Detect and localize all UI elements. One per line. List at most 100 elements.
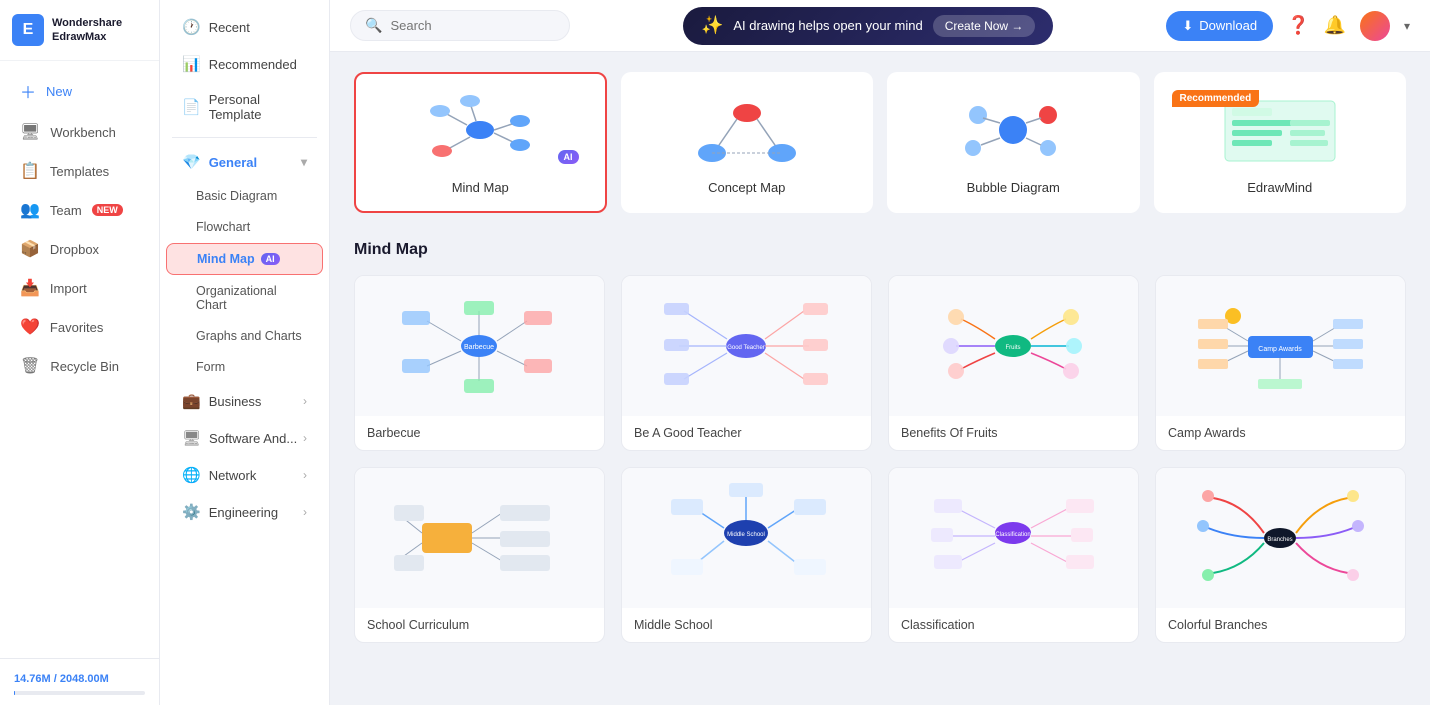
content-area: AI Mind Map Concept Map bbox=[330, 52, 1430, 705]
template-fruits-label: Benefits Of Fruits bbox=[889, 416, 1138, 450]
diagram-type-mind-map[interactable]: AI Mind Map bbox=[354, 72, 607, 213]
sec-nav-software-label: Software And... bbox=[209, 431, 297, 446]
sec-nav-general[interactable]: 💎 General ▾ bbox=[166, 144, 323, 180]
template-8[interactable]: Branches bbox=[1155, 467, 1406, 643]
template-8-preview: Branches bbox=[1156, 468, 1405, 608]
software-chevron: › bbox=[303, 431, 307, 445]
sec-nav-network[interactable]: 🌐 Network › bbox=[166, 457, 323, 493]
svg-text:Middle School: Middle School bbox=[727, 532, 765, 538]
sidebar-item-new[interactable]: ＋ New bbox=[6, 70, 153, 112]
main-content: 🔍 ✨ AI drawing helps open your mind Crea… bbox=[330, 0, 1430, 705]
svg-text:Good Teacher: Good Teacher bbox=[727, 345, 765, 351]
software-icon: 🖥 bbox=[182, 429, 201, 447]
template-barbecue-preview: Barbecue bbox=[355, 276, 604, 416]
download-button[interactable]: ⬇ Download bbox=[1166, 11, 1273, 41]
sec-nav-business[interactable]: 💼 Business › bbox=[166, 383, 323, 419]
diagram-type-bubble-diagram[interactable]: Bubble Diagram bbox=[887, 72, 1140, 213]
mind-map-section: Mind Map Barbecue bbox=[354, 241, 1406, 643]
edrawmind-label: EdrawMind bbox=[1172, 180, 1389, 195]
concept-map-label: Concept Map bbox=[639, 180, 856, 195]
search-icon: 🔍 bbox=[365, 17, 382, 34]
help-icon[interactable]: ❓ bbox=[1287, 15, 1309, 36]
sidebar-item-team-label: Team bbox=[50, 203, 82, 218]
engineering-chevron: › bbox=[303, 505, 307, 519]
svg-text:Camp Awards: Camp Awards bbox=[1258, 346, 1302, 353]
sec-nav-business-label: Business bbox=[209, 394, 262, 409]
network-chevron: › bbox=[303, 468, 307, 482]
bubble-diagram-preview bbox=[905, 90, 1122, 170]
sec-nav-software[interactable]: 🖥 Software And... › bbox=[166, 420, 323, 456]
favorites-icon: ❤️ bbox=[20, 317, 40, 337]
sidebar-navigation: ＋ New 🖥 Workbench 📋 Templates 👥 Team NEW… bbox=[0, 61, 159, 658]
recent-icon: 🕐 bbox=[182, 18, 201, 36]
sidebar-item-favorites[interactable]: ❤️ Favorites bbox=[6, 308, 153, 346]
template-barbecue[interactable]: Barbecue bbox=[354, 275, 605, 451]
sidebar-item-team[interactable]: 👥 Team NEW bbox=[6, 191, 153, 229]
recommended-icon: 📊 bbox=[182, 55, 201, 73]
template-6[interactable]: Middle School Mi bbox=[621, 467, 872, 643]
download-label: Download bbox=[1199, 18, 1257, 33]
sub-nav-form[interactable]: Form bbox=[166, 352, 323, 382]
mind-map-preview: AI bbox=[372, 90, 589, 170]
ai-banner: ✨ AI drawing helps open your mind Create… bbox=[683, 7, 1053, 45]
template-barbecue-label: Barbecue bbox=[355, 416, 604, 450]
diagram-type-grid: AI Mind Map Concept Map bbox=[354, 72, 1406, 213]
sec-nav-recent-label: Recent bbox=[209, 20, 250, 35]
general-chevron: ▾ bbox=[301, 155, 307, 169]
template-camp-awards[interactable]: Camp Awards bbox=[1155, 275, 1406, 451]
edrawmind-preview: Recommended bbox=[1172, 90, 1389, 170]
template-7[interactable]: Classification bbox=[888, 467, 1139, 643]
sidebar-item-dropbox[interactable]: 📦 Dropbox bbox=[6, 230, 153, 268]
notification-icon[interactable]: 🔔 bbox=[1324, 15, 1346, 36]
sidebar-item-favorites-label: Favorites bbox=[50, 320, 103, 335]
diagram-type-edrawmind[interactable]: Recommended EdrawMind bbox=[1154, 72, 1407, 213]
topbar: 🔍 ✨ AI drawing helps open your mind Crea… bbox=[330, 0, 1430, 52]
template-fruits[interactable]: Fruits bbox=[888, 275, 1139, 451]
template-camp-awards-label: Camp Awards bbox=[1156, 416, 1405, 450]
sub-nav-flowchart[interactable]: Flowchart bbox=[166, 212, 323, 242]
avatar-chevron[interactable]: ▾ bbox=[1404, 19, 1410, 33]
recycle-icon: 🗑 bbox=[20, 356, 40, 376]
sub-nav-basic-diagram[interactable]: Basic Diagram bbox=[166, 181, 323, 211]
storage-info: 14.76M / 2048.00M bbox=[0, 658, 159, 705]
sub-nav-graphs[interactable]: Graphs and Charts bbox=[166, 321, 323, 351]
user-avatar[interactable] bbox=[1360, 11, 1390, 41]
sec-nav-recent[interactable]: 🕐 Recent bbox=[166, 9, 323, 45]
topbar-right: ⬇ Download ❓ 🔔 ▾ bbox=[1166, 11, 1410, 41]
sec-nav-engineering[interactable]: ⚙️ Engineering › bbox=[166, 494, 323, 530]
app-name: WondershareEdrawMax bbox=[52, 16, 122, 45]
sub-nav-mind-map-label: Mind Map bbox=[197, 252, 255, 266]
sub-nav-org-chart[interactable]: Organizational Chart bbox=[166, 276, 323, 320]
svg-text:Branches: Branches bbox=[1267, 537, 1292, 543]
sidebar-item-templates-label: Templates bbox=[50, 164, 109, 179]
mind-map-ai-badge: AI bbox=[261, 253, 280, 265]
sidebar-item-workbench[interactable]: 🖥 Workbench bbox=[6, 113, 153, 151]
engineering-icon: ⚙️ bbox=[182, 503, 201, 521]
search-box[interactable]: 🔍 bbox=[350, 10, 570, 41]
diagram-type-concept-map[interactable]: Concept Map bbox=[621, 72, 874, 213]
templates-icon: 📋 bbox=[20, 161, 40, 181]
storage-fill bbox=[14, 691, 15, 695]
ai-banner-create-btn[interactable]: Create Now → bbox=[933, 15, 1036, 37]
concept-map-preview bbox=[639, 90, 856, 170]
template-good-teacher-preview: Good Teacher bbox=[622, 276, 871, 416]
sec-nav-personal[interactable]: 📄 Personal Template bbox=[166, 83, 323, 131]
search-input[interactable] bbox=[390, 18, 555, 33]
sub-nav-mind-map[interactable]: Mind Map AI bbox=[166, 243, 323, 275]
logo-icon: E bbox=[12, 14, 44, 46]
template-7-preview: Classification bbox=[889, 468, 1138, 608]
sec-nav-recommended[interactable]: 📊 Recommended bbox=[166, 46, 323, 82]
sec-nav-recommended-label: Recommended bbox=[209, 57, 297, 72]
sidebar-item-new-label: New bbox=[46, 84, 72, 99]
svg-text:Classification: Classification bbox=[995, 532, 1030, 538]
personal-icon: 📄 bbox=[182, 98, 201, 116]
app-logo: E WondershareEdrawMax bbox=[0, 0, 159, 61]
import-icon: 📥 bbox=[20, 278, 40, 298]
template-good-teacher[interactable]: Good Teacher bbox=[621, 275, 872, 451]
sidebar-item-templates[interactable]: 📋 Templates bbox=[6, 152, 153, 190]
template-5-preview bbox=[355, 468, 604, 608]
storage-text: 14.76M / 2048.00M bbox=[14, 673, 109, 685]
template-5[interactable]: School Curriculum bbox=[354, 467, 605, 643]
sidebar-item-recycle[interactable]: 🗑 Recycle Bin bbox=[6, 347, 153, 385]
sidebar-item-import[interactable]: 📥 Import bbox=[6, 269, 153, 307]
